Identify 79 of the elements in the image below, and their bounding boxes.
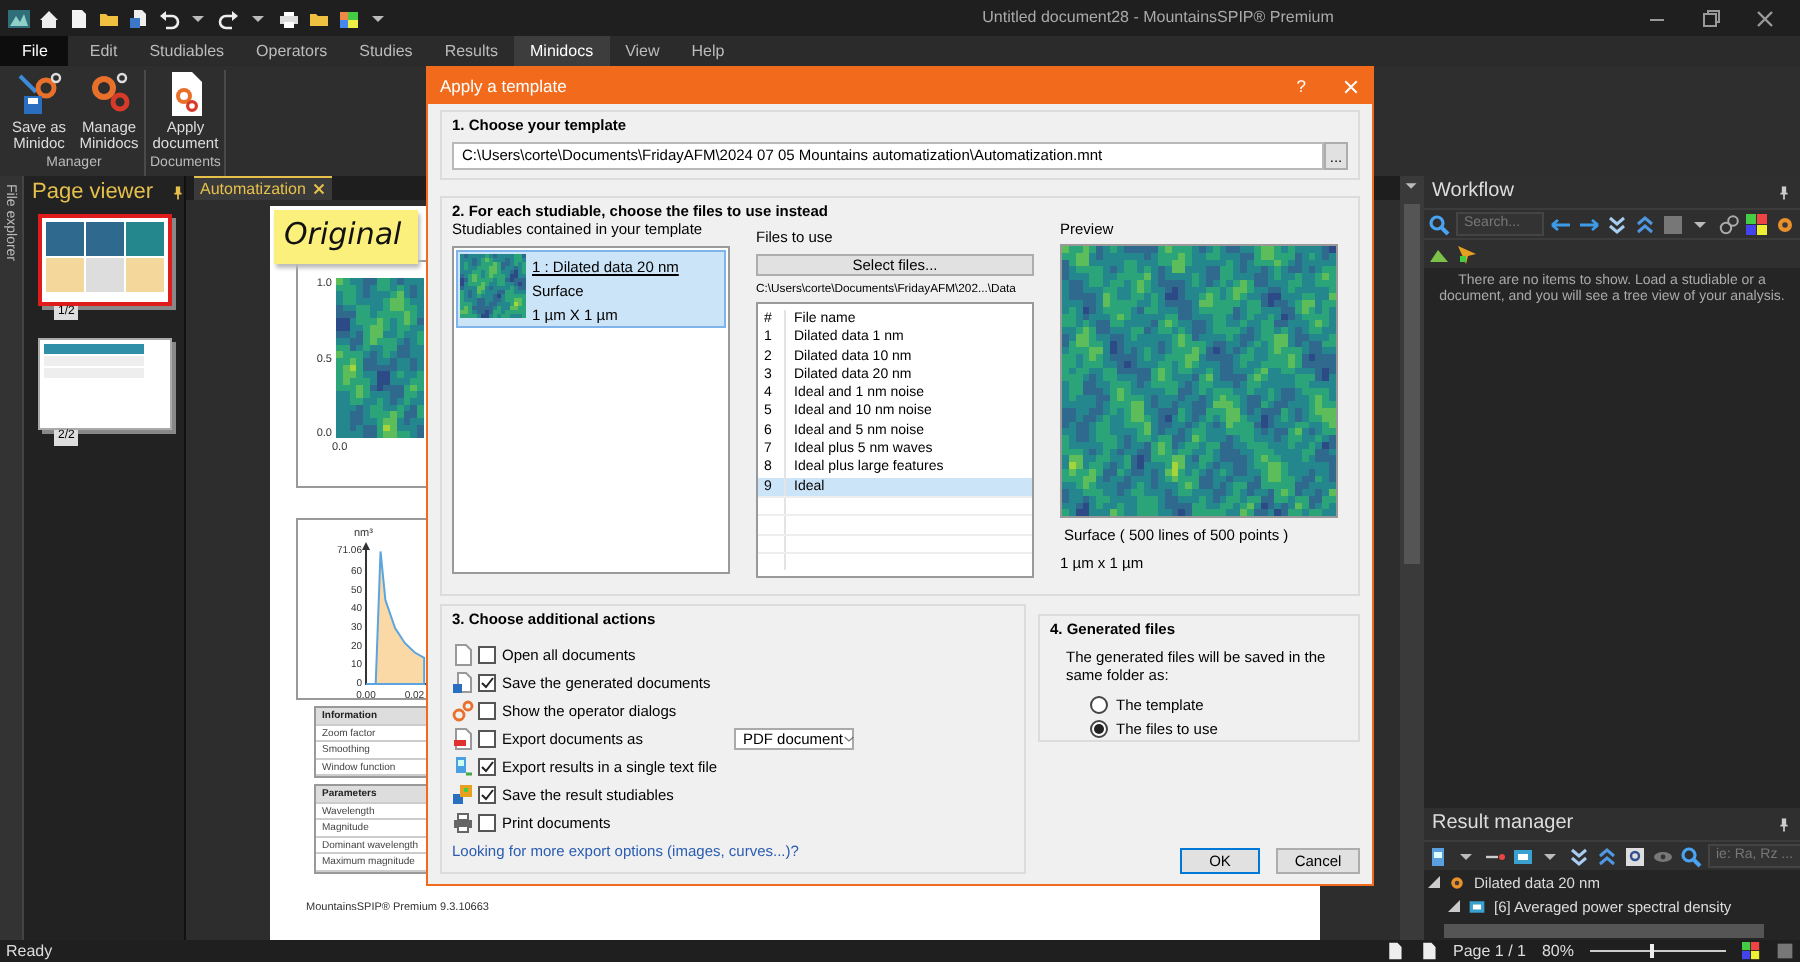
menu-tab[interactable]: Studiables [133, 36, 241, 66]
scrollbar-thumb[interactable] [1404, 204, 1420, 564]
scrollbar[interactable] [1444, 924, 1764, 938]
spectrum-area [365, 550, 426, 685]
expand-all-icon[interactable] [1568, 845, 1590, 867]
fit-width-icon[interactable] [1776, 942, 1794, 960]
panel-title: Page viewer [30, 178, 156, 208]
slider-thumb[interactable] [1649, 944, 1654, 958]
menu-tab[interactable]: Results [428, 36, 514, 66]
surface-thumbnail [460, 254, 526, 318]
collapse-all-icon[interactable] [1634, 213, 1656, 235]
undo-icon[interactable] [158, 7, 180, 29]
menu-tab[interactable]: View [609, 36, 676, 66]
sticky-note: Original [274, 210, 418, 264]
save-document-icon [452, 671, 474, 693]
fit-page-icon[interactable] [1742, 942, 1760, 960]
studiables-icon [452, 783, 474, 805]
search-icon[interactable] [1680, 845, 1702, 867]
new-document-icon[interactable] [68, 7, 90, 29]
redo-icon[interactable] [218, 7, 240, 29]
chart-icon [1468, 897, 1486, 915]
expand-all-icon[interactable] [1606, 213, 1628, 235]
panel-title: Result manager [1432, 812, 1574, 836]
checkbox[interactable] [478, 757, 496, 775]
page-thumbnail[interactable] [38, 214, 172, 307]
window-title: Untitled document28 - MountainsSPIP® Premium [980, 8, 1336, 28]
color-grid-icon[interactable] [338, 7, 360, 29]
close-icon[interactable] [311, 182, 326, 196]
file-menu[interactable]: File [0, 36, 68, 66]
save-icon[interactable] [128, 7, 150, 29]
menu-tab[interactable]: Operators [240, 36, 344, 66]
pdf-document-icon [452, 727, 474, 749]
close-icon[interactable] [1754, 7, 1776, 29]
menu-tab[interactable]: Edit [73, 36, 134, 66]
pin-icon[interactable] [1776, 815, 1792, 833]
export-icon[interactable] [1428, 845, 1450, 867]
printer-icon [452, 811, 474, 833]
checkbox[interactable] [478, 701, 496, 719]
pin-icon[interactable] [169, 184, 186, 203]
gear-icon [1448, 873, 1466, 891]
pointer-icon[interactable] [1456, 243, 1478, 265]
square-icon[interactable] [1662, 213, 1684, 235]
expander-icon[interactable] [1428, 876, 1440, 888]
checkbox[interactable] [478, 673, 496, 691]
color-grid-icon[interactable] [1746, 213, 1768, 235]
panel-title: Workflow [1432, 180, 1514, 204]
page-thumbnail[interactable] [38, 338, 172, 431]
collapse-all-icon[interactable] [1596, 845, 1618, 867]
menu-tab[interactable]: Help [675, 36, 741, 66]
gear-icon[interactable] [1774, 213, 1796, 235]
expander-icon[interactable] [1448, 900, 1460, 912]
checkbox[interactable] [478, 813, 496, 831]
restore-icon[interactable] [1700, 7, 1722, 29]
document-icon [452, 643, 474, 665]
radio-button[interactable] [1090, 695, 1108, 713]
menu-tab[interactable]: Minidocs [514, 36, 610, 66]
left-arrow-icon[interactable] [1550, 213, 1572, 235]
checkbox[interactable] [478, 645, 496, 663]
gears-icon[interactable] [1718, 213, 1740, 235]
radio-button[interactable] [1090, 719, 1108, 737]
chevron-icon [842, 731, 857, 745]
printer-icon[interactable] [278, 7, 300, 29]
app-logo-icon[interactable] [8, 7, 30, 29]
checkbox[interactable] [478, 729, 496, 747]
dialog-title: Apply a template [440, 75, 569, 97]
menu-tab[interactable]: Studies [343, 36, 429, 66]
gears-icon [452, 699, 474, 721]
status-text: Ready [6, 941, 53, 961]
right-arrow-icon[interactable] [1578, 213, 1600, 235]
pin-icon[interactable] [1776, 183, 1792, 201]
zoom-slider[interactable] [1590, 944, 1726, 958]
table-icon[interactable] [1512, 845, 1534, 867]
zoom-percent: 80% [1541, 941, 1574, 961]
checkbox[interactable] [478, 785, 496, 803]
gear-disk-icon [15, 70, 63, 118]
home-icon[interactable] [38, 7, 60, 29]
search-icon[interactable] [1428, 213, 1450, 235]
text-export-icon [452, 755, 474, 777]
page-indicator: Page 1 / 1 [1453, 941, 1526, 961]
